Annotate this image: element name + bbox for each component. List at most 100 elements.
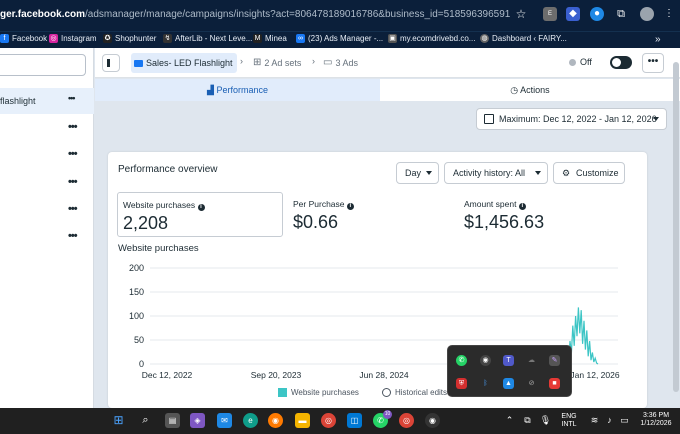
x-tick-label: Jan 12, 2026 bbox=[570, 370, 619, 380]
customize-button[interactable]: ⚙ Customize bbox=[553, 162, 625, 184]
campaign-toggle[interactable] bbox=[610, 56, 632, 69]
metric-per-purchase[interactable]: Per Purchase i $0.66 bbox=[288, 192, 454, 237]
minea-icon: M bbox=[253, 34, 262, 43]
task-view-icon[interactable]: ▤ bbox=[165, 413, 180, 428]
legend-item-historical-edits[interactable]: Historical edits bbox=[382, 388, 452, 397]
cloud-icon[interactable]: ☁ bbox=[526, 355, 537, 366]
shield-icon[interactable]: ⛨ bbox=[456, 378, 467, 389]
chevron-down-icon bbox=[653, 117, 659, 121]
star-icon[interactable]: ☆ bbox=[514, 7, 528, 21]
metric-value: $0.66 bbox=[293, 212, 339, 232]
y-tick-label: 50 bbox=[134, 335, 144, 345]
sidebar-item-more-button[interactable]: ••• bbox=[68, 121, 78, 133]
chrome-profile-icon[interactable]: ◎ bbox=[399, 413, 414, 428]
bar-chart-icon: ▟ bbox=[207, 85, 214, 95]
bookmark-shophunter[interactable]: ✪ Shophunter bbox=[103, 34, 156, 43]
toggle-panel-button[interactable] bbox=[102, 54, 120, 72]
x-tick-label: Sep 20, 2023 bbox=[251, 370, 302, 380]
sidebar-item-more-button[interactable]: ••• bbox=[68, 148, 78, 160]
language-indicator[interactable]: ENG INTL bbox=[557, 413, 581, 429]
chrome-icon[interactable]: ◎ bbox=[321, 413, 336, 428]
sidebar-item-more-button[interactable]: ••• bbox=[68, 230, 78, 242]
meta-icon: ∞ bbox=[296, 34, 305, 43]
avatar[interactable] bbox=[640, 7, 654, 21]
mail-icon[interactable]: ✉ bbox=[217, 413, 232, 428]
granularity-select[interactable]: Day bbox=[396, 162, 439, 184]
microphone-icon[interactable]: 🎙 bbox=[538, 413, 553, 428]
page-scrollbar[interactable] bbox=[673, 62, 679, 392]
breadcrumb-campaign[interactable]: Sales- LED Flashlight bbox=[131, 53, 237, 73]
edge-icon[interactable]: e bbox=[243, 413, 258, 428]
store-icon[interactable]: ◫ bbox=[347, 413, 362, 428]
bookmark-dashboard[interactable]: ◍ Dashboard ‹ FAIRY... bbox=[480, 34, 567, 43]
sidebar-search-input[interactable] bbox=[0, 54, 86, 76]
bookmark-instagram[interactable]: ◎ Instagram bbox=[49, 34, 97, 43]
date-range-picker[interactable]: Maximum: Dec 12, 2022 - Jan 12, 2026 bbox=[476, 108, 667, 130]
bookmark-ecomdrive[interactable]: ▣ my.ecomdrivebd.co... bbox=[388, 34, 475, 43]
legend-swatch bbox=[278, 388, 287, 397]
firefox-icon[interactable]: ◉ bbox=[268, 413, 283, 428]
bookmark-ads-manager[interactable]: ∞ (23) Ads Manager -... bbox=[296, 34, 383, 43]
menu-icon[interactable]: ⋮ bbox=[662, 7, 676, 21]
feather-icon[interactable]: ✎ bbox=[549, 355, 560, 366]
wifi-icon[interactable]: ≋ bbox=[587, 413, 602, 428]
breadcrumb-ad-sets[interactable]: ⊞ 2 Ad sets bbox=[253, 57, 301, 68]
sidebar-item-selected[interactable]: flashlight ••• bbox=[0, 88, 94, 114]
info-icon[interactable]: i bbox=[518, 203, 526, 210]
clock[interactable]: 3:36 PM 1/12/2026 bbox=[634, 412, 678, 428]
file-explorer-icon[interactable]: ▬ bbox=[295, 413, 310, 428]
history-icon bbox=[382, 388, 391, 397]
metric-website-purchases[interactable]: Website purchases i 2,208 bbox=[117, 192, 283, 237]
extension-icon[interactable]: ● bbox=[590, 7, 604, 21]
sidebar-item-label: flashlight bbox=[0, 96, 36, 106]
copilot-icon[interactable]: ◈ bbox=[190, 413, 205, 428]
bookmark-facebook[interactable]: f Facebook bbox=[0, 34, 47, 43]
obs-icon[interactable]: ◉ bbox=[480, 355, 491, 366]
extension-icon[interactable]: ◆ bbox=[566, 7, 580, 21]
grid-icon: ⊞ bbox=[253, 57, 262, 68]
puzzle-icon[interactable]: ⧉ bbox=[614, 7, 628, 21]
extension-icon[interactable]: E bbox=[543, 7, 557, 21]
sidebar-item-more-button[interactable]: ••• bbox=[68, 93, 76, 103]
more-options-button[interactable]: ••• bbox=[642, 53, 664, 73]
app-icon[interactable]: ■ bbox=[549, 378, 560, 389]
teams-icon[interactable]: T bbox=[503, 355, 514, 366]
date-range-label: Maximum: Dec 12, 2022 - Jan 12, 2026 bbox=[499, 114, 657, 124]
calendar-icon bbox=[484, 114, 494, 124]
info-icon[interactable]: i bbox=[346, 203, 354, 210]
bookmarks-overflow-icon[interactable]: » bbox=[655, 34, 661, 45]
y-tick-label: 0 bbox=[139, 359, 144, 369]
legend-item-purchases[interactable]: Website purchases bbox=[278, 388, 359, 397]
bookmark-minea[interactable]: M Minea bbox=[253, 34, 287, 43]
battery-icon[interactable]: ▭ bbox=[617, 413, 632, 428]
url-field[interactable]: ger.facebook.com/adsmanager/manage/campa… bbox=[0, 9, 510, 20]
bookmark-afterlib[interactable]: ↯ AfterLib - Next Leve... bbox=[163, 34, 252, 43]
metric-value: 2,208 bbox=[123, 213, 169, 233]
bluetooth-icon[interactable]: ᛒ bbox=[480, 378, 491, 389]
activity-history-select[interactable]: Activity history: All bbox=[444, 162, 548, 184]
whatsapp-icon[interactable]: ✆ bbox=[456, 355, 467, 366]
instagram-icon: ◎ bbox=[49, 34, 58, 43]
drive-icon[interactable]: ▲ bbox=[503, 378, 514, 389]
obs-icon[interactable]: ◉ bbox=[425, 413, 440, 428]
sidebar-item-more-button[interactable]: ••• bbox=[68, 203, 78, 215]
taskbar: ⊞ ⌕ ▤ ◈ ✉ e ◉ ▬ ◎ ◫ ✆ 10 ◎ ◉ ⌃ ⧉ 🎙 ENG IN… bbox=[0, 408, 680, 434]
volume-icon[interactable]: ♪ bbox=[602, 413, 617, 428]
chevron-up-icon[interactable]: ⌃ bbox=[502, 413, 517, 428]
chevron-right-icon: › bbox=[312, 56, 315, 66]
tab-performance[interactable]: ▟ Performance bbox=[95, 79, 380, 101]
camera-off-icon[interactable]: ⊘ bbox=[526, 378, 537, 389]
breadcrumb-ads[interactable]: ▭ 3 Ads bbox=[323, 57, 358, 68]
screenshot-icon[interactable]: ⧉ bbox=[520, 413, 535, 428]
tab-actions[interactable]: ◷ Actions bbox=[380, 79, 680, 101]
metric-value: $1,456.63 bbox=[464, 212, 545, 232]
y-tick-label: 150 bbox=[129, 287, 144, 297]
windows-start-icon[interactable]: ⊞ bbox=[111, 413, 126, 428]
metric-amount-spent[interactable]: Amount spent i $1,456.63 bbox=[459, 192, 625, 237]
chevron-down-icon bbox=[426, 171, 432, 175]
search-icon[interactable]: ⌕ bbox=[138, 413, 153, 428]
sidebar-item-more-button[interactable]: ••• bbox=[68, 176, 78, 188]
customize-icon: ⚙ bbox=[562, 168, 571, 178]
info-icon[interactable]: i bbox=[197, 204, 205, 211]
page-icon: ▣ bbox=[388, 34, 397, 43]
